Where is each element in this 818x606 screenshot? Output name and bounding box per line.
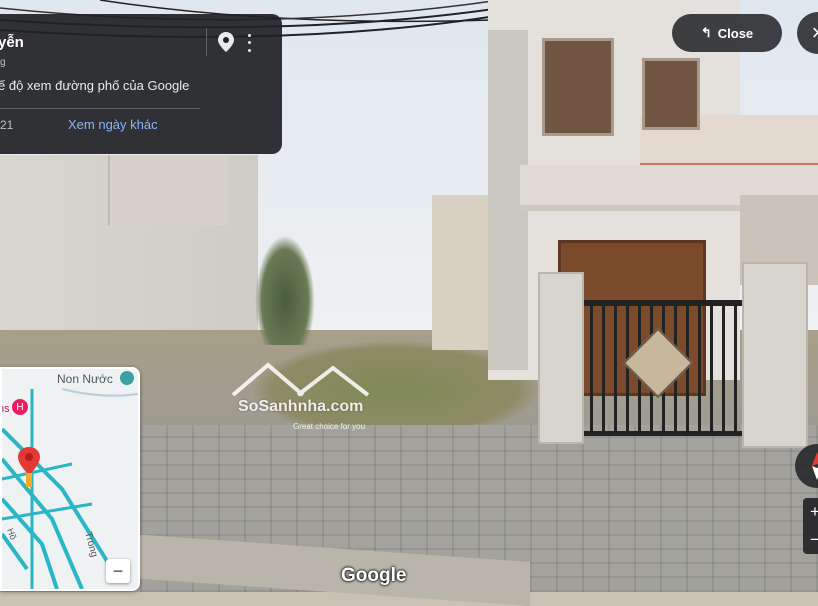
- distant-house: [432, 195, 492, 350]
- pegman-icon[interactable]: [16, 445, 42, 491]
- location-title: yễn: [0, 34, 24, 51]
- trees: [255, 235, 315, 345]
- gate-pillar-right: [742, 262, 808, 448]
- watermark: SoSanhnha.com Great choice for you: [228, 360, 376, 435]
- more-vert-icon[interactable]: [243, 32, 255, 54]
- minimap[interactable]: Non Nước H ns Hồ Trong −: [0, 367, 140, 591]
- watermark-name: SoSanhnha.com: [238, 398, 364, 415]
- location-pin-icon[interactable]: [216, 31, 236, 53]
- divider: [206, 28, 207, 56]
- hotel-icon[interactable]: H: [12, 399, 28, 415]
- zoom-in-button[interactable]: +: [810, 502, 818, 522]
- google-logo: Google: [341, 565, 407, 586]
- poi-label: ns: [2, 403, 10, 415]
- location-info-card: yễn g ế độ xem đường phố của Google 21 X…: [0, 14, 282, 154]
- location-subtitle: g: [0, 57, 6, 68]
- minimap-zoom-out-button[interactable]: −: [106, 559, 130, 583]
- watermark-house-icon: [231, 362, 370, 397]
- close-label: Close: [717, 25, 754, 41]
- expand-map-icon[interactable]: [120, 371, 134, 385]
- back-arrow-icon: ↰: [700, 25, 712, 40]
- area-label: Non Nước: [57, 372, 113, 386]
- see-other-dates-link[interactable]: Xem ngày khác: [68, 117, 158, 132]
- left-building: [108, 155, 228, 225]
- street-view-mode-text: ế độ xem đường phố của Google: [0, 78, 190, 93]
- capture-date: 21: [0, 118, 14, 132]
- zoom-control: + −: [803, 498, 818, 554]
- watermark-tagline: Great choice for you: [293, 422, 366, 431]
- gate-pillar-left: [538, 272, 584, 444]
- upper-window-right: [642, 58, 700, 130]
- upper-window: [542, 38, 614, 136]
- compass-icon[interactable]: [795, 444, 818, 488]
- close-street-view-button[interactable]: ↰ Close: [672, 14, 782, 52]
- zoom-out-button[interactable]: −: [810, 530, 818, 550]
- info-separator: [0, 108, 200, 109]
